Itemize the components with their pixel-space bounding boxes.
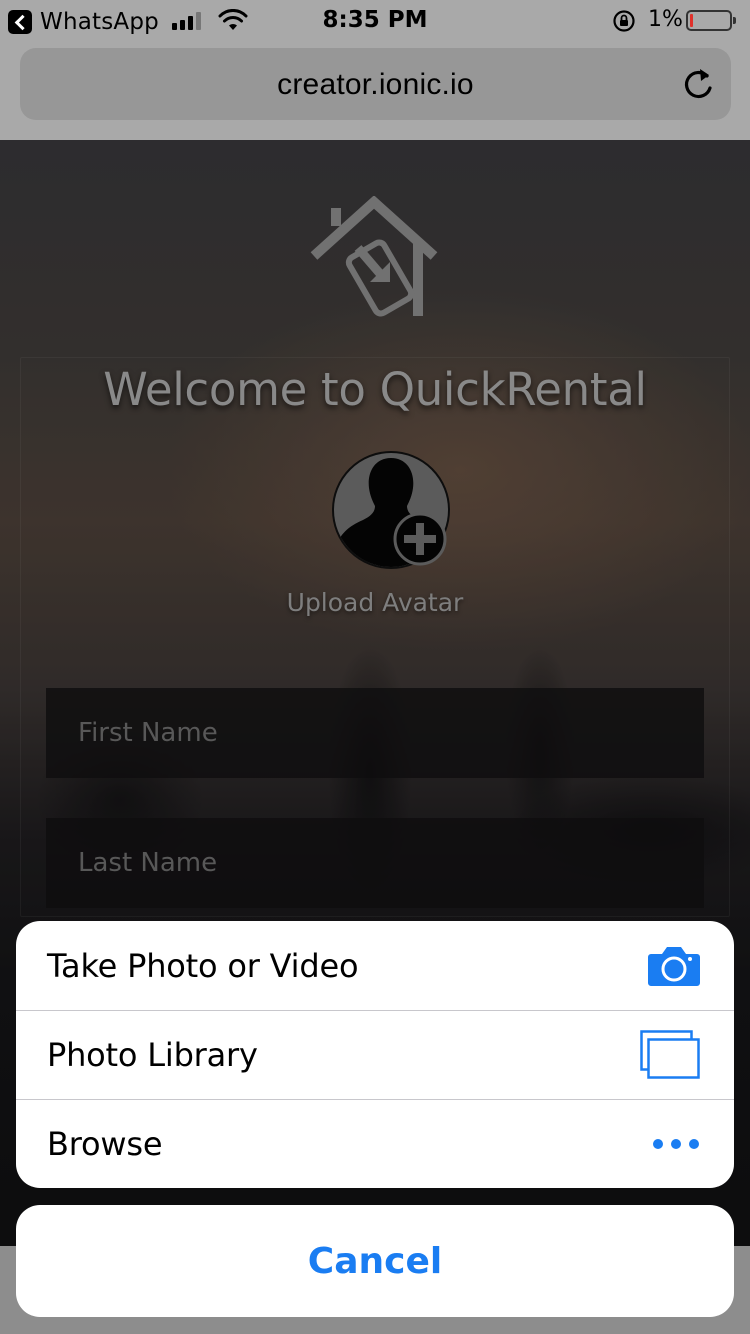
action-label: Browse (47, 1125, 163, 1163)
action-label: Photo Library (47, 1036, 258, 1074)
browser-toolbar: creator.ionic.io (0, 40, 750, 140)
camera-icon (648, 946, 700, 986)
more-dots-icon (653, 1139, 699, 1149)
status-time: 8:35 PM (322, 7, 428, 33)
rotation-lock-icon (613, 10, 635, 32)
url-text: creator.ionic.io (277, 68, 474, 101)
battery-icon (686, 10, 736, 31)
reload-icon[interactable] (681, 66, 715, 102)
status-bar: WhatsApp 8:35 PM 1% (0, 0, 750, 40)
photo-library-icon (640, 1030, 700, 1079)
cancel-label: Cancel (307, 1240, 443, 1282)
action-photo-library[interactable]: Photo Library (16, 1010, 734, 1099)
address-bar[interactable]: creator.ionic.io (20, 48, 731, 120)
battery-percentage: 1% (648, 7, 683, 32)
cancel-button[interactable]: Cancel (16, 1205, 734, 1317)
action-sheet: Take Photo or Video Photo Library Browse (16, 921, 734, 1188)
action-label: Take Photo or Video (47, 946, 359, 985)
action-browse[interactable]: Browse (16, 1099, 734, 1188)
action-take-photo-or-video[interactable]: Take Photo or Video (16, 921, 734, 1010)
